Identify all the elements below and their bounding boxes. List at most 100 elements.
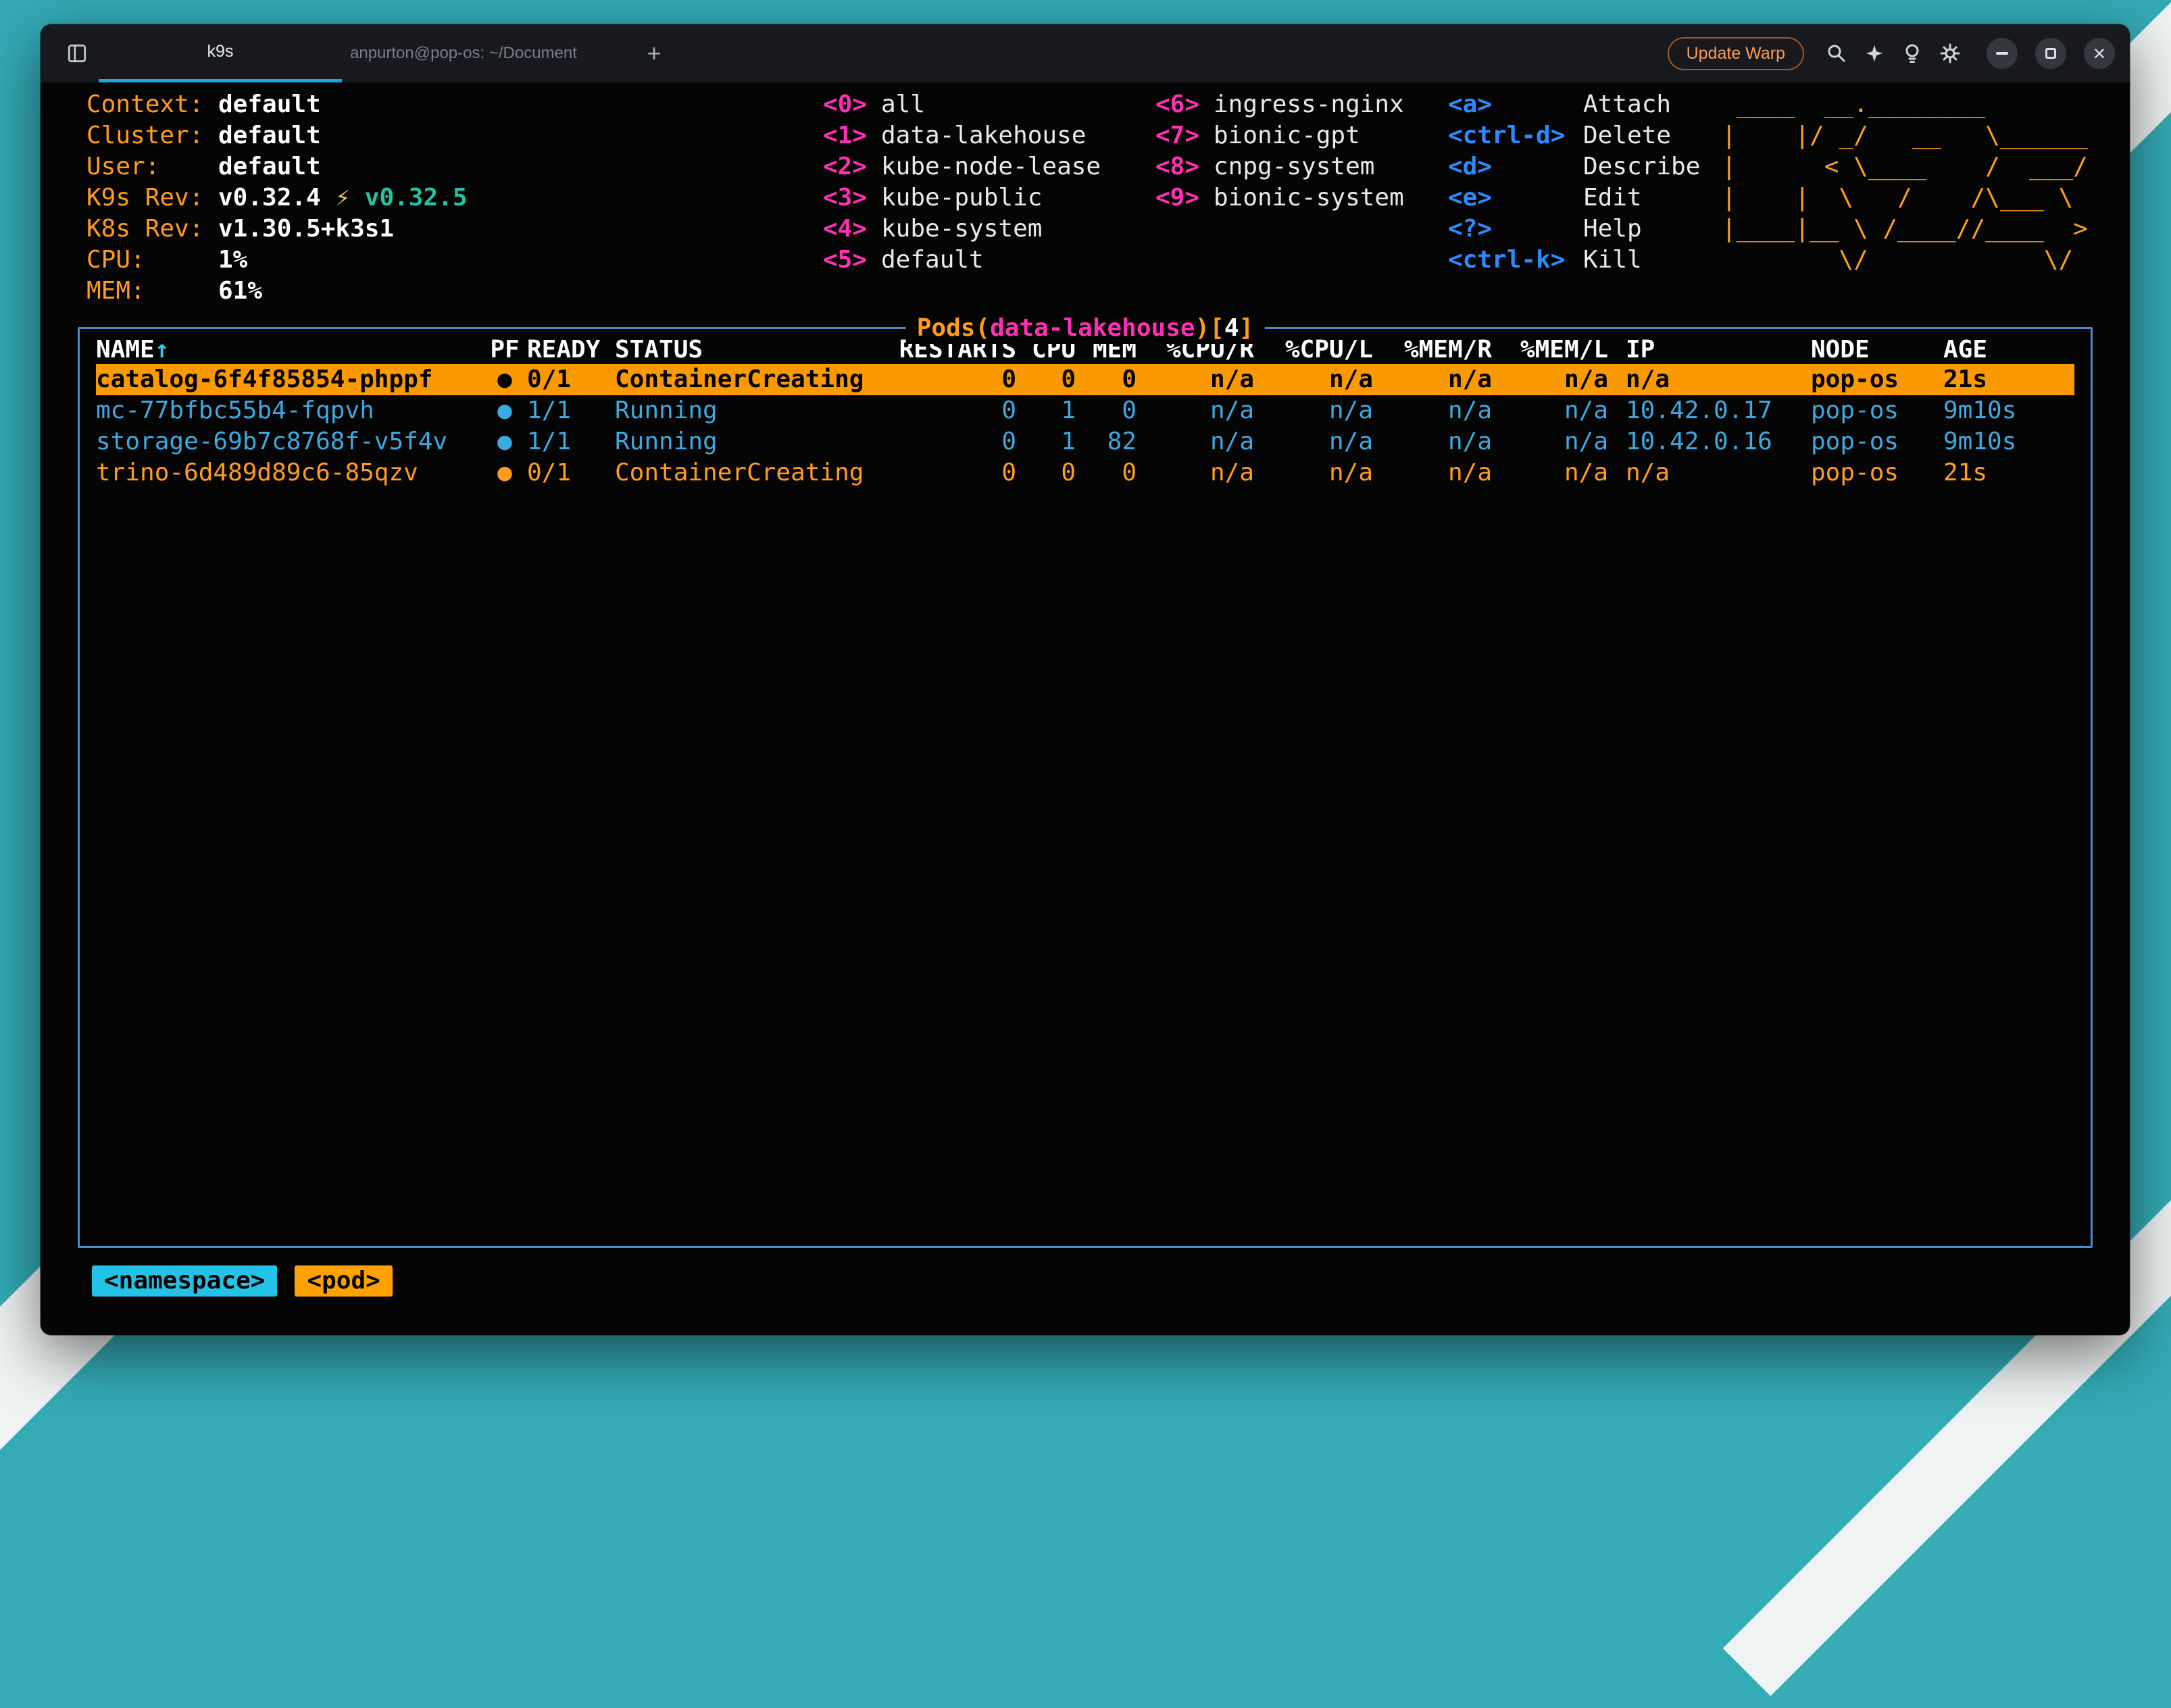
hotkey-key: <ctrl-k> xyxy=(1448,245,1583,276)
pod-mem: 0 xyxy=(1076,364,1137,395)
info-value: 1% xyxy=(218,246,247,274)
info-label: User: xyxy=(86,151,218,182)
pod-ip: n/a xyxy=(1608,457,1811,488)
table-row-catalog[interactable]: catalog-6f4f85854-phppf ● 0/1 ContainerC… xyxy=(96,364,2074,395)
pod-pf-dot: ● xyxy=(482,395,527,426)
ns-name: kube-public xyxy=(881,184,1042,211)
close-icon: × xyxy=(2093,43,2106,64)
hotkey-action: Delete xyxy=(1583,122,1671,149)
pod-name: mc-77bfbc55b4-fqpvh xyxy=(96,395,482,426)
pod-cpu-l: n/a xyxy=(1254,457,1373,488)
table-row-trino[interactable]: trino-6d489d89c6-85qzv ● 0/1 ContainerCr… xyxy=(96,457,2074,488)
hotkey-hints: <a>Attach <ctrl-d>Delete <d>Describe <e>… xyxy=(1448,89,1722,307)
ns-name: ingress-nginx xyxy=(1214,91,1404,118)
minimize-button[interactable] xyxy=(1987,38,2018,69)
pod-node: pop-os xyxy=(1811,426,1943,457)
pod-cpu-l: n/a xyxy=(1254,364,1373,395)
info-value: 61% xyxy=(218,277,262,305)
namespace-shortcuts-2: <6>ingress-nginx <7>bionic-gpt <8>cnpg-s… xyxy=(1155,89,1448,307)
tab-k9s[interactable]: k9s xyxy=(99,24,342,82)
lightbulb-icon[interactable] xyxy=(1893,24,1931,82)
col-header-ip: IP xyxy=(1608,334,1811,364)
new-tab-button[interactable]: + xyxy=(632,24,676,82)
window-controls: × xyxy=(1987,24,2115,82)
pod-ready: 1/1 xyxy=(527,426,615,457)
info-label: Context: xyxy=(86,89,218,120)
pod-mem-r: n/a xyxy=(1373,364,1492,395)
col-header-ready: READY xyxy=(527,334,615,364)
col-header-cpu-l: %CPU/L xyxy=(1254,334,1373,364)
crumb-pod: <pod> xyxy=(295,1265,392,1297)
table-row-mc[interactable]: mc-77bfbc55b4-fqpvh ● 1/1 Running 0 1 0 … xyxy=(96,395,2074,426)
pod-mem: 0 xyxy=(1076,457,1137,488)
ns-key: <6> xyxy=(1155,89,1214,120)
col-header-mem-l: %MEM/L xyxy=(1492,334,1608,364)
pod-mem: 82 xyxy=(1076,426,1137,457)
pod-cpu-l: n/a xyxy=(1254,395,1373,426)
ns-name: bionic-gpt xyxy=(1214,122,1360,149)
pod-cpu-r: n/a xyxy=(1137,395,1254,426)
sort-arrow-icon: ↑ xyxy=(155,336,170,363)
pod-mem: 0 xyxy=(1076,395,1137,426)
tab-bar: k9s anpurton@pop-os: ~/Document + Update… xyxy=(41,24,2130,82)
pod-pf-dot: ● xyxy=(482,364,527,395)
tabbar-spacer xyxy=(676,24,1668,82)
pod-name: trino-6d489d89c6-85qzv xyxy=(96,457,482,488)
pod-mem-r: n/a xyxy=(1373,395,1492,426)
ai-sparkle-icon[interactable] xyxy=(1855,24,1893,82)
ns-key: <3> xyxy=(823,182,881,214)
hotkey-key: <a> xyxy=(1448,89,1583,120)
pod-status: Running xyxy=(615,426,888,457)
hotkey-action: Help xyxy=(1583,215,1642,243)
pod-pf-dot: ● xyxy=(482,457,527,488)
minimize-icon xyxy=(1996,52,2008,55)
title-resource: Pods( xyxy=(917,314,990,342)
terminal-window: k9s anpurton@pop-os: ~/Document + Update… xyxy=(41,24,2130,1335)
pod-cpu: 1 xyxy=(1016,426,1076,457)
pod-cpu-r: n/a xyxy=(1137,364,1254,395)
col-header-age: AGE xyxy=(1943,334,2074,364)
pod-cpu: 0 xyxy=(1016,457,1076,488)
info-value: v1.30.5+k3s1 xyxy=(218,215,394,243)
pod-node: pop-os xyxy=(1811,364,1943,395)
pod-restarts: 0 xyxy=(888,457,1016,488)
maximize-button[interactable] xyxy=(2035,38,2066,69)
pod-name: storage-69b7c8768f-v5f4v xyxy=(96,426,482,457)
col-header-status: STATUS xyxy=(615,334,888,364)
pod-cpu-r: n/a xyxy=(1137,457,1254,488)
pod-age: 21s xyxy=(1943,457,2074,488)
tab-label: k9s xyxy=(207,42,234,61)
pod-ready: 1/1 xyxy=(527,395,615,426)
pod-restarts: 0 xyxy=(888,364,1016,395)
pod-mem-l: n/a xyxy=(1492,457,1608,488)
pod-age: 9m10s xyxy=(1943,395,2074,426)
info-value: v0.32.4 xyxy=(218,184,321,211)
pod-node: pop-os xyxy=(1811,457,1943,488)
update-warp-button[interactable]: Update Warp xyxy=(1668,37,1804,70)
title-namespace: data-lakehouse xyxy=(990,314,1195,342)
pod-mem-l: n/a xyxy=(1492,426,1608,457)
pod-cpu: 1 xyxy=(1016,395,1076,426)
maximize-icon xyxy=(2045,48,2056,59)
ns-key: <0> xyxy=(823,89,881,120)
table-row-storage[interactable]: storage-69b7c8768f-v5f4v ● 1/1 Running 0… xyxy=(96,426,2074,457)
pod-name: catalog-6f4f85854-phppf xyxy=(96,364,482,395)
pod-mem-l: n/a xyxy=(1492,395,1608,426)
ns-key: <1> xyxy=(823,120,881,151)
ns-name: data-lakehouse xyxy=(881,122,1086,149)
bookmarks-icon[interactable] xyxy=(55,24,99,82)
col-header-node: NODE xyxy=(1811,334,1943,364)
breadcrumb: <namespace> <pod> xyxy=(92,1265,2130,1297)
pod-status: Running xyxy=(615,395,888,426)
close-button[interactable]: × xyxy=(2084,38,2115,69)
crumb-namespace: <namespace> xyxy=(92,1265,277,1297)
ns-name: all xyxy=(881,91,925,118)
pod-ip: 10.42.0.16 xyxy=(1608,426,1811,457)
search-icon[interactable] xyxy=(1818,24,1855,82)
info-value-new-rev: v0.32.5 xyxy=(365,184,468,211)
ns-name: kube-node-lease xyxy=(881,153,1101,180)
info-value: default xyxy=(218,153,321,180)
settings-gear-icon[interactable] xyxy=(1931,24,1969,82)
pod-age: 21s xyxy=(1943,364,2074,395)
tab-shell-session[interactable]: anpurton@pop-os: ~/Document xyxy=(342,24,632,82)
